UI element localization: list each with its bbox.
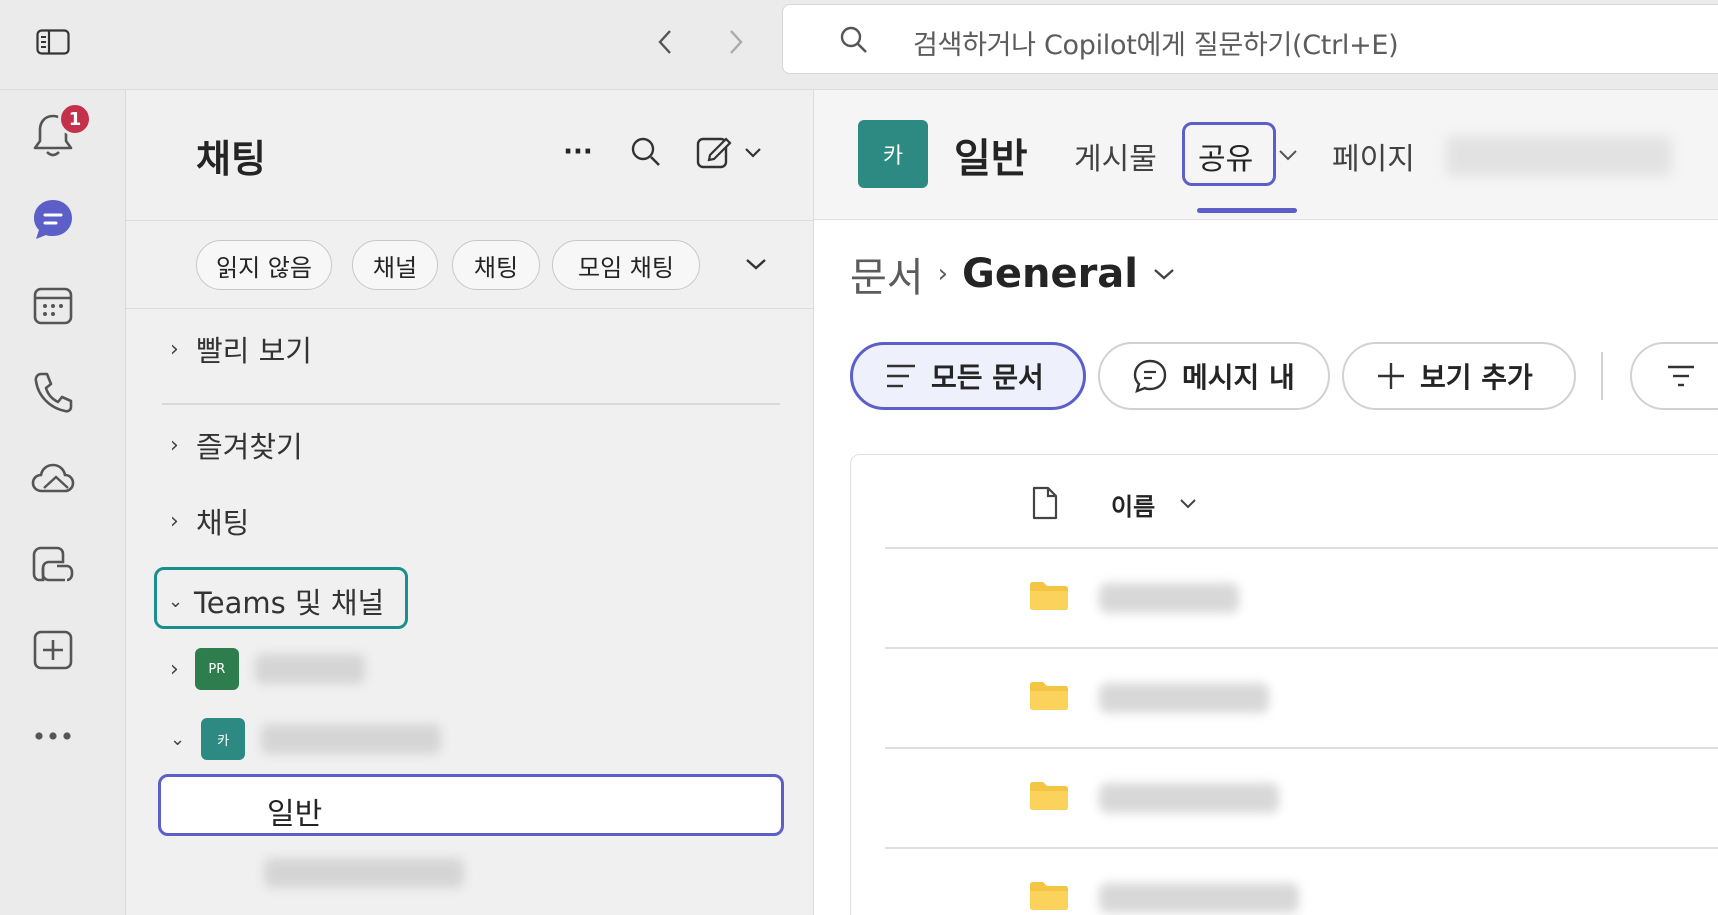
back-arrow-icon[interactable]	[645, 22, 685, 62]
filter-unread-chip[interactable]: 읽지 않음	[196, 240, 332, 290]
search-box[interactable]: 검색하거나 Copilot에게 질문하기(Ctrl+E)	[782, 4, 1718, 74]
filter-button[interactable]	[1630, 342, 1718, 410]
title-bar: 검색하거나 Copilot에게 질문하기(Ctrl+E)	[0, 0, 1718, 90]
more-apps-icon[interactable]	[27, 710, 79, 762]
section-teams-and-channels[interactable]: ⌄ Teams 및 채널	[168, 580, 384, 622]
folder-icon	[1029, 881, 1069, 915]
pane-title: 채팅	[196, 137, 266, 181]
chevron-right-icon: ›	[170, 336, 179, 362]
sidebar-toggle-icon[interactable]	[33, 22, 73, 62]
folder-icon	[1029, 681, 1069, 715]
filter-chat-chip[interactable]: 채팅	[452, 240, 540, 290]
copilot-icon[interactable]	[27, 538, 79, 590]
chat-list-pane: 채팅 ··· 읽지 않음 채널 채팅 모임 채팅 › 빨리 보기 › 즐겨찾기 …	[126, 90, 814, 915]
team-row[interactable]: ⌄ 카	[170, 718, 442, 760]
file-type-icon	[1031, 485, 1059, 525]
chevron-right-icon: ›	[170, 656, 179, 682]
tab-pages[interactable]: 페이지	[1332, 134, 1415, 178]
active-tab-indicator	[1197, 208, 1297, 213]
calendar-icon[interactable]	[27, 280, 79, 332]
plus-icon	[1378, 363, 1404, 389]
folder-icon	[1029, 781, 1069, 815]
add-view-label: 보기 추가	[1420, 361, 1533, 394]
chevron-right-icon: ›	[170, 432, 179, 458]
tab-redacted	[1446, 136, 1672, 176]
filter-meeting-chat-chip[interactable]: 모임 채팅	[552, 240, 700, 290]
section-label: 빨리 보기	[196, 334, 312, 368]
team-name-redacted	[261, 724, 442, 754]
breadcrumb-separator-icon: ›	[937, 259, 949, 289]
channel-label: 일반	[267, 797, 323, 832]
section-favorites[interactable]: › 즐겨찾기	[170, 424, 303, 466]
call-icon[interactable]	[27, 366, 79, 418]
list-item[interactable]	[851, 749, 1718, 849]
list-item[interactable]	[851, 849, 1718, 915]
filter-icon	[1668, 365, 1694, 387]
list-item[interactable]	[851, 549, 1718, 649]
toolbar-divider	[1601, 352, 1603, 400]
filter-channel-chip[interactable]: 채널	[352, 240, 438, 290]
channel-name-redacted	[264, 858, 464, 888]
search-icon	[839, 25, 869, 59]
file-name-redacted	[1099, 683, 1269, 713]
channel-header: 카 일반 게시물 공유 페이지	[814, 90, 1718, 220]
file-name-redacted	[1099, 883, 1299, 913]
team-name-redacted	[254, 654, 365, 684]
file-name-redacted	[1099, 783, 1279, 813]
breadcrumb-current[interactable]: General	[962, 251, 1138, 297]
filter-expand-chevron-icon[interactable]	[740, 242, 772, 286]
chat-icon[interactable]	[27, 194, 79, 246]
column-header-name[interactable]: 이름	[1111, 487, 1155, 522]
message-icon	[1133, 359, 1167, 393]
app-rail: 1	[0, 90, 126, 915]
list-header: 이름	[851, 455, 1718, 547]
notification-badge: 1	[58, 102, 92, 136]
add-apps-icon[interactable]	[27, 624, 79, 676]
channel-avatar: 카	[858, 120, 928, 188]
tab-posts[interactable]: 게시물	[1074, 134, 1157, 178]
all-documents-label: 모든 문서	[931, 361, 1044, 394]
onedrive-cloud-icon[interactable]	[27, 452, 79, 504]
chat-search-icon[interactable]	[624, 130, 668, 174]
chevron-down-icon: ⌄	[168, 590, 184, 612]
breadcrumb-root[interactable]: 문서	[850, 245, 924, 303]
add-view-button[interactable]: 보기 추가	[1342, 342, 1576, 410]
filter-divider	[126, 308, 814, 309]
breadcrumb: 문서 › General	[850, 245, 1176, 303]
channel-name: 일반	[954, 136, 1028, 182]
chevron-down-icon: ⌄	[170, 728, 186, 750]
section-label: 채팅	[196, 506, 250, 540]
chevron-down-icon[interactable]	[1278, 146, 1298, 165]
header-divider	[126, 220, 814, 221]
in-messages-label: 메시지 내	[1182, 361, 1295, 394]
all-documents-button[interactable]: 모든 문서	[850, 342, 1086, 410]
forward-arrow-icon[interactable]	[716, 22, 756, 62]
tab-shared[interactable]: 공유	[1198, 134, 1253, 178]
new-chat-button[interactable]	[692, 130, 772, 174]
more-options-button[interactable]: ···	[556, 130, 600, 174]
team-avatar: 카	[201, 718, 246, 760]
chevron-down-icon[interactable]	[1152, 267, 1176, 281]
main-content: 카 일반 게시물 공유 페이지 문서 › General 모든 문서 메시지 내…	[814, 90, 1718, 915]
search-placeholder: 검색하거나 Copilot에게 질문하기(Ctrl+E)	[913, 30, 1399, 61]
team-row[interactable]: › PR	[170, 648, 365, 690]
sort-chevron-icon[interactable]	[1179, 495, 1197, 514]
section-label: 즐겨찾기	[196, 430, 303, 464]
file-name-redacted	[1099, 583, 1239, 613]
section-chats[interactable]: › 채팅	[170, 500, 249, 542]
list-item[interactable]	[851, 649, 1718, 749]
section-label: Teams 및 채널	[194, 586, 385, 620]
section-divider	[162, 403, 780, 405]
section-quick-view[interactable]: › 빨리 보기	[170, 328, 312, 370]
list-icon	[887, 364, 915, 388]
documents-list: 이름	[850, 454, 1718, 915]
in-messages-button[interactable]: 메시지 내	[1098, 342, 1330, 410]
chevron-right-icon: ›	[170, 508, 179, 534]
channel-item-selected[interactable]: 일반	[158, 774, 784, 836]
folder-icon	[1029, 581, 1069, 615]
team-avatar: PR	[194, 648, 239, 690]
